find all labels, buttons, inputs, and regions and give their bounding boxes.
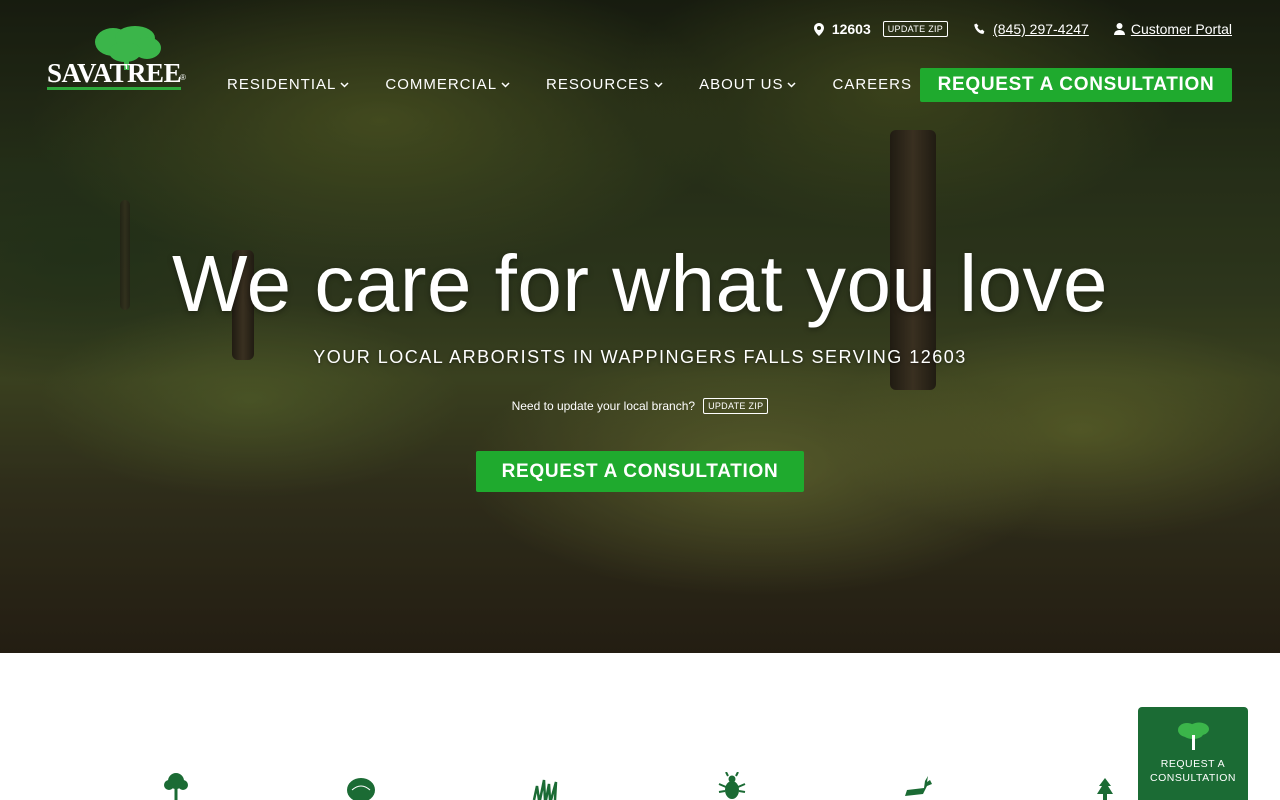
nav-item-label: ABOUT US: [699, 76, 784, 93]
deer-icon[interactable]: [903, 772, 933, 800]
nav-item-label: RESIDENTIAL: [227, 76, 337, 93]
insect-icon[interactable]: [717, 772, 747, 800]
hero-request-consultation-button[interactable]: REQUEST A CONSULTATION: [476, 451, 804, 492]
floating-cta-line2: CONSULTATION: [1150, 772, 1236, 784]
savatree-logo[interactable]: SAVATREE ®: [47, 26, 192, 92]
location-pin-icon: [813, 22, 824, 36]
current-zip: 12603: [831, 21, 871, 37]
hero-update-zip-button[interactable]: UPDATE ZIP: [703, 398, 769, 414]
logo-wordmark: SAVATREE: [47, 58, 182, 88]
tree-icon[interactable]: [161, 772, 191, 800]
logo-underline: [47, 87, 181, 90]
customer-portal-group: Customer Portal: [1089, 21, 1232, 37]
tree-icon: [1178, 722, 1209, 750]
nav-item-commercial[interactable]: COMMERCIAL: [385, 76, 510, 93]
floating-cta-line1: REQUEST A: [1160, 758, 1226, 770]
logo-registered-mark: ®: [180, 73, 186, 82]
nav-item-resources[interactable]: RESOURCES: [546, 76, 663, 93]
user-icon: [1113, 23, 1125, 35]
nav-item-about-us[interactable]: ABOUT US: [699, 76, 797, 93]
nav-item-label: RESOURCES: [546, 76, 651, 93]
hero-title: We care for what you love: [172, 239, 1108, 328]
hero-subtitle: YOUR LOCAL ARBORISTS IN WAPPINGERS FALLS…: [313, 347, 967, 367]
main-nav: RESIDENTIAL COMMERCIAL RESOURCES ABOUT U…: [227, 76, 948, 93]
floating-request-consultation-button[interactable]: REQUEST A CONSULTATION: [1138, 707, 1248, 800]
utility-bar: 12603 UPDATE ZIP (845) 297-4247 Customer…: [813, 20, 1232, 38]
customer-portal-link[interactable]: Customer Portal: [1131, 21, 1232, 37]
chevron-down-icon: [654, 81, 663, 88]
chevron-down-icon: [787, 81, 797, 88]
nav-item-label: CAREERS: [832, 76, 913, 93]
nav-item-careers[interactable]: CAREERS: [832, 76, 912, 93]
update-zip-button[interactable]: UPDATE ZIP: [882, 21, 949, 37]
grass-icon[interactable]: [531, 772, 561, 800]
nav-item-label: COMMERCIAL: [385, 76, 498, 93]
phone-link-group: (845) 297-4247: [948, 21, 1089, 37]
chevron-down-icon: [340, 81, 349, 88]
request-consultation-button[interactable]: REQUEST A CONSULTATION: [920, 68, 1232, 102]
chevron-down-icon: [501, 81, 510, 88]
phone-link[interactable]: (845) 297-4247: [993, 21, 1089, 37]
evergreen-icon[interactable]: [1090, 772, 1120, 800]
shrub-icon[interactable]: [346, 772, 376, 800]
zip-display: 12603 UPDATE ZIP: [813, 21, 949, 37]
hero-section: SAVATREE ® 12603 UPDATE ZIP (845) 297-42…: [0, 0, 1280, 653]
update-branch-prompt: Need to update your local branch?: [511, 399, 696, 413]
nav-item-residential[interactable]: RESIDENTIAL: [227, 76, 349, 93]
update-branch-row: Need to update your local branch? UPDATE…: [0, 398, 1280, 414]
phone-icon: [974, 23, 985, 34]
floating-cta-label: REQUEST A CONSULTATION: [1138, 757, 1248, 785]
